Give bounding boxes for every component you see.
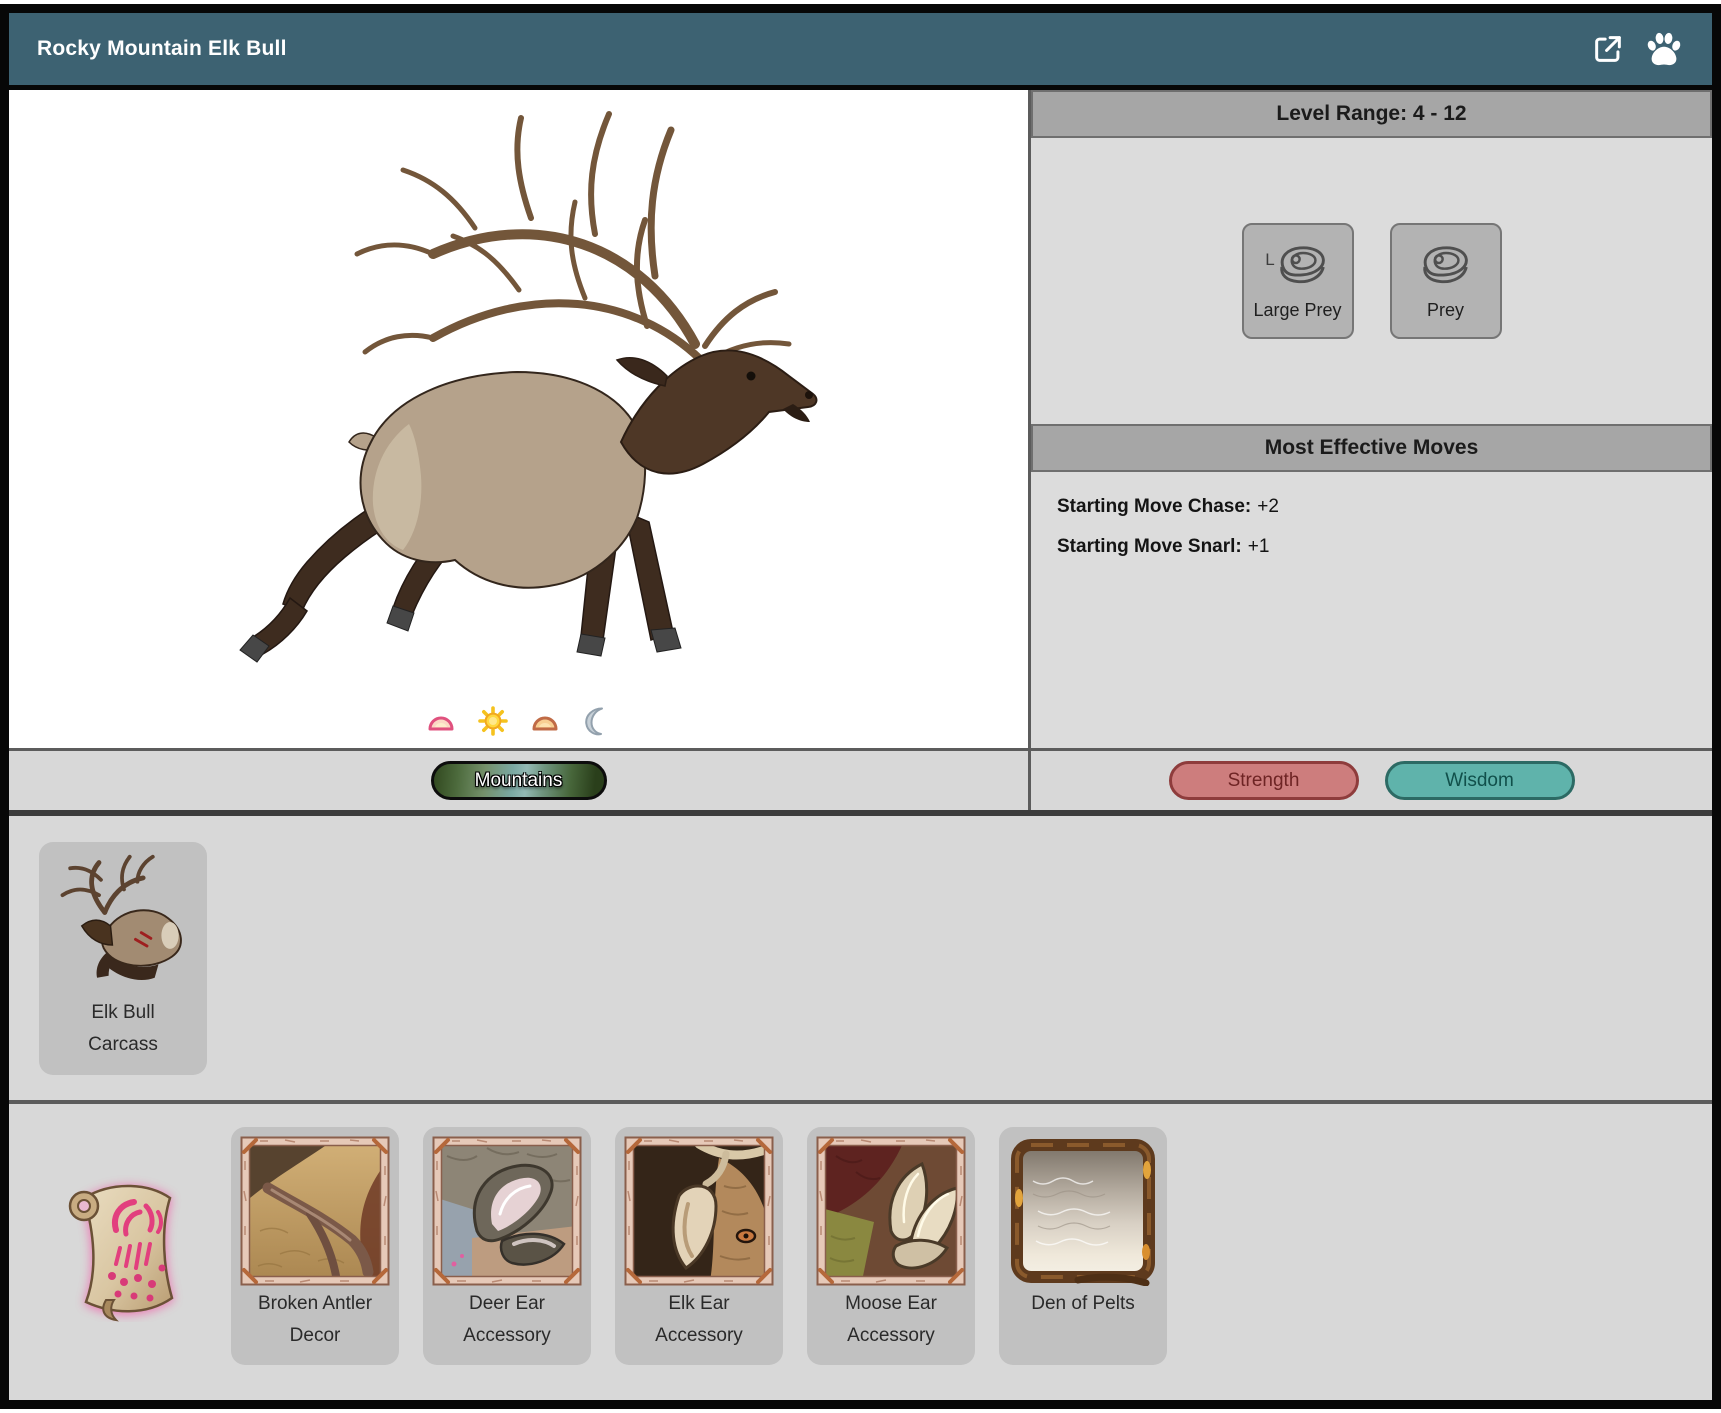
moose-ear-accessory-image bbox=[816, 1136, 966, 1286]
time-of-day bbox=[9, 706, 1028, 736]
elk-illustration bbox=[195, 92, 835, 672]
item-label: Broken Antler Decor bbox=[231, 1288, 399, 1352]
moon-icon bbox=[581, 706, 613, 736]
title-bar: Rocky Mountain Elk Bull bbox=[9, 13, 1712, 90]
move-name: Starting Move Chase: bbox=[1057, 496, 1251, 517]
recipe-card-broken-antler-decor[interactable]: Broken Antler Decor bbox=[231, 1127, 399, 1365]
move-row: Starting Move Chase: +2 bbox=[1057, 496, 1686, 518]
npc-info-window: Rocky Mountain Elk Bull bbox=[0, 4, 1721, 1409]
recipe-scroll-icon[interactable] bbox=[54, 1172, 194, 1327]
move-row: Starting Move Snarl: +1 bbox=[1057, 536, 1686, 558]
biome-cell: Mountains bbox=[9, 751, 1028, 810]
external-link-icon[interactable] bbox=[1588, 29, 1628, 69]
main-row: Level Range: 4 - 12 L Large Prey bbox=[9, 90, 1712, 748]
drop-card-elk-bull-carcass[interactable]: Elk Bull Carcass bbox=[39, 842, 207, 1075]
elk-eye bbox=[747, 372, 756, 381]
biome-button-mountains[interactable]: Mountains bbox=[431, 761, 607, 800]
prey-size-label: Large Prey bbox=[1253, 300, 1341, 321]
recipe-card-moose-ear-accessory[interactable]: Moose Ear Accessory bbox=[807, 1127, 975, 1365]
den-of-pelts-image bbox=[1008, 1136, 1158, 1286]
carcass-image bbox=[48, 851, 198, 995]
recipe-card-row: Broken Antler Decor bbox=[231, 1127, 1167, 1365]
recipe-card-elk-ear-accessory[interactable]: Elk Ear Accessory bbox=[615, 1127, 783, 1365]
item-label: Den of Pelts bbox=[999, 1288, 1167, 1320]
level-range-header: Level Range: 4 - 12 bbox=[1031, 90, 1712, 138]
recipe-card-den-of-pelts[interactable]: Den of Pelts bbox=[999, 1127, 1167, 1365]
weakness-strength-button[interactable]: Strength bbox=[1169, 761, 1359, 800]
move-name: Starting Move Snarl: bbox=[1057, 536, 1242, 557]
page-title: Rocky Mountain Elk Bull bbox=[37, 37, 287, 61]
recipe-card-deer-ear-accessory[interactable]: Deer Ear Accessory bbox=[423, 1127, 591, 1365]
elk-nose bbox=[805, 391, 813, 399]
recipes-section: Broken Antler Decor bbox=[9, 1104, 1712, 1400]
stats-panel: Level Range: 4 - 12 L Large Prey bbox=[1028, 90, 1712, 748]
item-label: Elk Ear Accessory bbox=[615, 1288, 783, 1352]
weakness-wisdom-button[interactable]: Wisdom bbox=[1385, 761, 1575, 800]
paw-icon[interactable] bbox=[1644, 29, 1684, 69]
elk-antlers bbox=[357, 114, 789, 360]
sunrise-icon bbox=[425, 706, 457, 736]
biome-weakness-bar: Mountains Strength Wisdom bbox=[9, 748, 1712, 816]
sun-icon bbox=[477, 706, 509, 736]
drops-section: Elk Bull Carcass bbox=[9, 816, 1712, 1104]
move-bonus: +1 bbox=[1248, 536, 1270, 557]
elk-ear-accessory-image bbox=[624, 1136, 774, 1286]
broken-antler-decor-image bbox=[240, 1136, 390, 1286]
item-label: Moose Ear Accessory bbox=[807, 1288, 975, 1352]
prey-size-label: Prey bbox=[1427, 300, 1464, 321]
prey-size-area: L Large Prey bbox=[1031, 138, 1712, 424]
item-label: Elk Bull Carcass bbox=[39, 997, 207, 1061]
steak-icon bbox=[1274, 242, 1330, 292]
prey-size-large-button[interactable]: L Large Prey bbox=[1242, 223, 1354, 339]
prey-size-button[interactable]: Prey bbox=[1390, 223, 1502, 339]
moves-header: Most Effective Moves bbox=[1031, 424, 1712, 472]
elk-hooves bbox=[240, 606, 681, 662]
elk-ear bbox=[617, 358, 667, 386]
sunset-icon bbox=[529, 706, 561, 736]
creature-panel bbox=[9, 90, 1028, 748]
move-bonus: +2 bbox=[1257, 496, 1279, 517]
weakness-cell: Strength Wisdom bbox=[1028, 751, 1712, 810]
steak-icon bbox=[1417, 242, 1473, 292]
moves-list: Starting Move Chase: +2 Starting Move Sna… bbox=[1031, 472, 1712, 748]
item-label: Deer Ear Accessory bbox=[423, 1288, 591, 1352]
deer-ear-accessory-image bbox=[432, 1136, 582, 1286]
